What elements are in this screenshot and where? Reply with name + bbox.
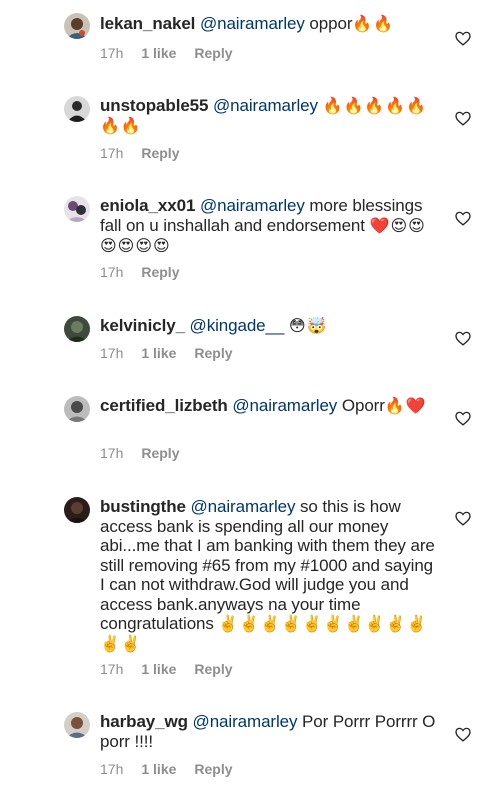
comment-text: bustingthe @nairamarley so this is how a…	[100, 497, 440, 654]
avatar-icon[interactable]	[64, 13, 90, 39]
username-link[interactable]: eniola_xx01	[100, 196, 195, 215]
likes-count[interactable]: 1 like	[141, 45, 176, 61]
comment-text: eniola_xx01 @nairamarley more blessings …	[100, 196, 440, 256]
timestamp: 17h	[100, 264, 124, 280]
reply-button[interactable]: Reply	[141, 145, 179, 161]
likes-count[interactable]: 1 like	[141, 345, 176, 361]
heart-outline-icon[interactable]	[455, 511, 471, 526]
reply-button[interactable]: Reply	[194, 345, 232, 361]
mention-link[interactable]: @nairamarley	[193, 712, 298, 731]
timestamp: 17h	[100, 761, 124, 777]
comment-meta: 17h Reply	[100, 445, 197, 461]
comment-body: Oporr	[337, 396, 385, 415]
comment-emoji: 🔥🔥	[352, 16, 395, 33]
avatar-icon[interactable]	[64, 712, 90, 738]
comment-meta: 17h 1 like Reply	[100, 761, 251, 777]
heart-outline-icon[interactable]	[455, 331, 471, 346]
likes-count[interactable]: 1 like	[141, 661, 176, 677]
comment-meta: 17h Reply	[100, 145, 197, 161]
avatar-icon[interactable]	[64, 497, 90, 523]
reply-button[interactable]: Reply	[194, 45, 232, 61]
mention-link[interactable]: @nairamarley	[200, 196, 305, 215]
reply-button[interactable]: Reply	[194, 761, 232, 777]
username-link[interactable]: unstopable55	[100, 96, 208, 115]
reply-button[interactable]: Reply	[141, 445, 179, 461]
timestamp: 17h	[100, 345, 124, 361]
comment-body: so this is how access bank is spending a…	[100, 497, 435, 633]
comment-body: oppor	[304, 14, 353, 33]
mention-link[interactable]: @nairamarley	[232, 396, 337, 415]
heart-outline-icon[interactable]	[455, 211, 471, 226]
comment-emoji: 🔥❤️	[384, 398, 427, 415]
heart-outline-icon[interactable]	[455, 727, 471, 742]
heart-outline-icon[interactable]	[455, 31, 471, 46]
avatar-icon[interactable]	[64, 96, 90, 122]
username-link[interactable]: kelvinicly_	[100, 316, 185, 335]
comment-emoji: 😳🤯	[288, 318, 328, 335]
timestamp: 17h	[100, 445, 124, 461]
username-link[interactable]: lekan_nakel	[100, 14, 195, 33]
timestamp: 17h	[100, 661, 124, 677]
username-link[interactable]: harbay_wg	[100, 712, 188, 731]
heart-outline-icon[interactable]	[455, 111, 471, 126]
likes-count[interactable]: 1 like	[141, 761, 176, 777]
mention-link[interactable]: @kingade__	[190, 316, 285, 335]
avatar-icon[interactable]	[64, 396, 90, 422]
timestamp: 17h	[100, 145, 124, 161]
comment-meta: 17h Reply	[100, 264, 197, 280]
comment-text: harbay_wg @nairamarley Por Porrr Porrrr …	[100, 712, 440, 751]
comment-text: lekan_nakel @nairamarley oppor🔥🔥	[100, 14, 440, 34]
mention-link[interactable]: @nairamarley	[191, 497, 296, 516]
comment-meta: 17h 1 like Reply	[100, 661, 251, 677]
comment-text: unstopable55 @nairamarley 🔥🔥🔥🔥🔥🔥🔥	[100, 96, 440, 136]
reply-button[interactable]: Reply	[194, 661, 232, 677]
avatar-icon[interactable]	[64, 196, 90, 222]
reply-button[interactable]: Reply	[141, 264, 179, 280]
mention-link[interactable]: @nairamarley	[213, 96, 318, 115]
username-link[interactable]: bustingthe	[100, 497, 186, 516]
comment-text: certified_lizbeth @nairamarley Oporr🔥❤️	[100, 396, 440, 416]
comment-meta: 17h 1 like Reply	[100, 45, 251, 61]
comment-text: kelvinicly_ @kingade__ 😳🤯	[100, 316, 440, 336]
comment-meta: 17h 1 like Reply	[100, 345, 251, 361]
avatar-icon[interactable]	[64, 316, 90, 342]
timestamp: 17h	[100, 45, 124, 61]
heart-outline-icon[interactable]	[455, 411, 471, 426]
username-link[interactable]: certified_lizbeth	[100, 396, 228, 415]
mention-link[interactable]: @nairamarley	[200, 14, 305, 33]
